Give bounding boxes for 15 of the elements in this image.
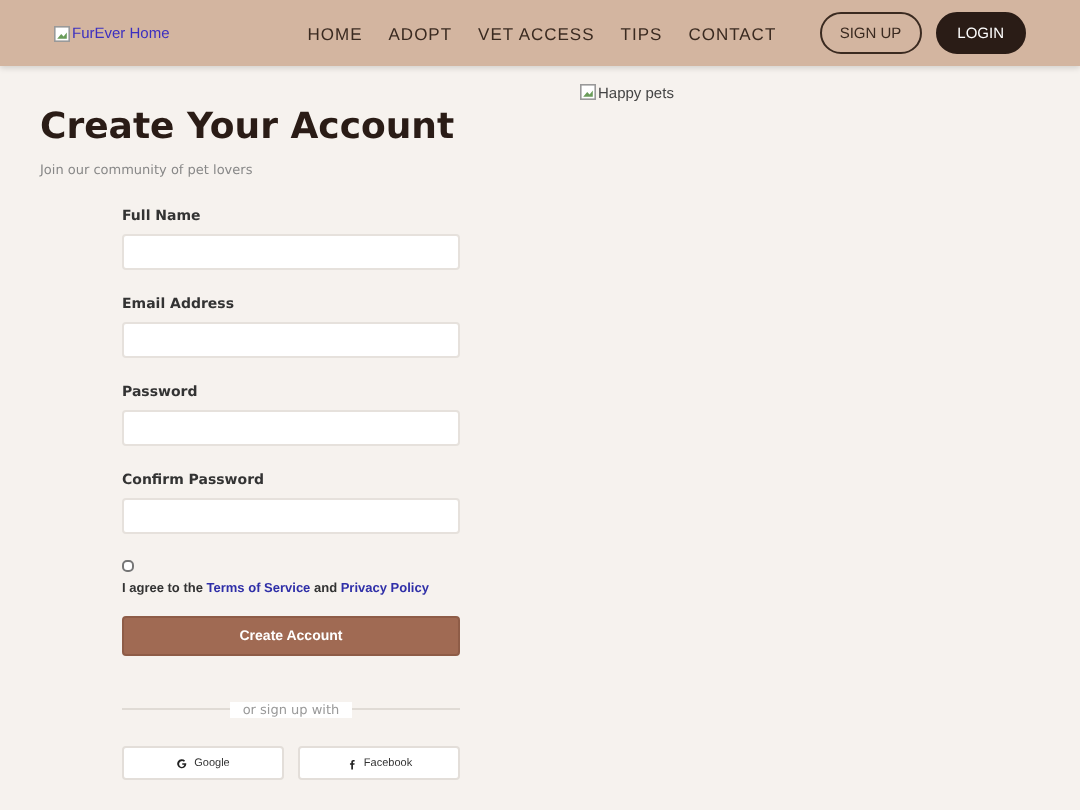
input-field[interactable]: [122, 322, 460, 358]
nav-link[interactable]: VET ACCESS: [478, 23, 595, 43]
google-icon: [176, 757, 189, 769]
broken-image-icon: [580, 84, 596, 100]
page-title: Create Your Account: [40, 106, 457, 148]
input-field[interactable]: [122, 410, 460, 446]
checkbox[interactable]: [122, 560, 134, 572]
broken-image-icon: [54, 25, 70, 41]
nav-link[interactable]: HOME: [307, 23, 363, 43]
input-field[interactable]: [122, 498, 460, 534]
facebook-icon: [345, 757, 358, 769]
nav-link[interactable]: ADOPT: [388, 23, 453, 43]
input-field[interactable]: [122, 234, 460, 270]
nav-link[interactable]: CONTACT: [688, 23, 777, 43]
nav-link[interactable]: TIPS: [620, 23, 663, 43]
